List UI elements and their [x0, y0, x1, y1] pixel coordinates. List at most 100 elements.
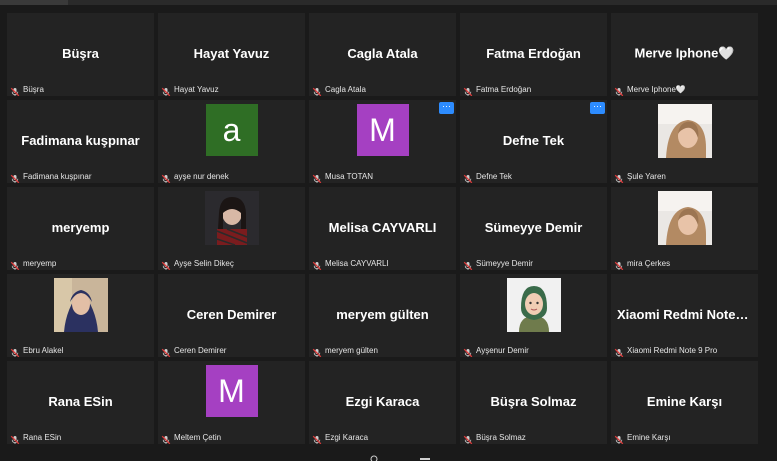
participant-tile[interactable]: Ceren Demirer Ceren Demirer	[158, 274, 305, 357]
participant-name-bar: Hayat Yavuz	[161, 83, 219, 96]
participant-name-bar: Rana ESin	[10, 431, 62, 444]
participant-name-label: Fatma Erdoğan	[476, 84, 532, 94]
participant-name-label: Merve Iphone🤍	[627, 84, 686, 94]
participant-name-bar: Fatma Erdoğan	[463, 83, 532, 96]
participant-tile[interactable]: Ayşe Selin Dikeç	[158, 187, 305, 270]
participant-name-label: Meltem Çetin	[174, 432, 222, 442]
participant-tile[interactable]: meryem gülten meryem gülten	[309, 274, 456, 357]
participant-name-bar: Büşra	[10, 83, 44, 96]
muted-microphone-icon	[10, 345, 20, 357]
video-thumbnail	[657, 191, 712, 245]
participant-name-bar: Şule Yaren	[614, 170, 666, 183]
participant-name-label: Melisa CAYVARLI	[325, 258, 389, 268]
participant-name-bar: Ezgi Karaca	[312, 431, 369, 444]
participant-tile[interactable]: Fatma Erdoğan Fatma Erdoğan	[460, 13, 607, 96]
participant-name-label: Xiaomi Redmi Note 9 Pro	[627, 345, 718, 355]
avatar: M	[356, 104, 409, 156]
participant-display-name: Defne Tek	[502, 132, 565, 148]
toolbar-icon-fragment	[370, 455, 378, 461]
participant-name-label: Rana ESin	[23, 432, 62, 442]
participant-name-label: Ceren Demirer	[174, 345, 227, 355]
participant-display-name: meryem gülten	[336, 306, 429, 322]
participant-tile[interactable]: Şule Yaren	[611, 100, 758, 183]
participant-tile[interactable]: Büşra Solmaz Büşra Solmaz	[460, 361, 607, 444]
participant-display-name: Rana ESin	[48, 393, 113, 409]
participant-name-bar: ayşe nur denek	[161, 170, 229, 183]
participant-name-label: Ebru Alakel	[23, 345, 64, 355]
ellipsis-icon[interactable]: ···	[439, 102, 454, 114]
muted-microphone-icon	[312, 432, 322, 444]
participant-name-bar: Ceren Demirer	[161, 344, 227, 357]
video-thumbnail	[53, 278, 108, 332]
participant-name-label: Hayat Yavuz	[174, 84, 219, 94]
participant-tile[interactable]: Rana ESin Rana ESin	[7, 361, 154, 444]
participant-display-name: Ezgi Karaca	[345, 393, 420, 409]
participant-tile[interactable]: Ebru Alakel	[7, 274, 154, 357]
muted-microphone-icon	[463, 432, 473, 444]
top-window-strip	[0, 0, 777, 5]
participant-tile[interactable]: Melisa CAYVARLI Melisa CAYVARLI	[309, 187, 456, 270]
participant-name-label: meryemp	[23, 258, 57, 268]
participant-tile[interactable]: Emine Karşı Emine Karşı	[611, 361, 758, 444]
participant-name-label: Cagla Atala	[325, 84, 366, 94]
participant-name-label: Fadimana kuşpınar	[23, 171, 92, 181]
avatar: M	[205, 365, 258, 417]
participant-name-label: Büşra Solmaz	[476, 432, 526, 442]
participant-gallery: Büşra Büşra Hayat Yavuz Hayat Yavuz Cagla At…	[7, 13, 758, 444]
muted-microphone-icon	[10, 258, 20, 270]
participant-name-label: ayşe nur denek	[174, 171, 229, 181]
participant-display-name: Melisa CAYVARLI	[328, 219, 437, 235]
participant-name-label: Defne Tek	[476, 171, 512, 181]
participant-display-name: Fadimana kuşpınar	[21, 132, 140, 148]
participant-name-bar: Melisa CAYVARLI	[312, 257, 389, 270]
participant-name-bar: Merve Iphone🤍	[614, 83, 686, 96]
participant-name-label: Sümeyye Demir	[476, 258, 533, 268]
muted-microphone-icon	[463, 84, 473, 96]
participant-name-bar: Ayşenur Demir	[463, 344, 529, 357]
muted-microphone-icon	[312, 84, 322, 96]
participant-tile[interactable]: M Meltem Çetin	[158, 361, 305, 444]
participant-tile[interactable]: Fadimana kuşpınar Fadimana kuşpınar	[7, 100, 154, 183]
participant-name-label: Ezgi Karaca	[325, 432, 369, 442]
muted-microphone-icon	[161, 84, 171, 96]
participant-tile[interactable]: Hayat Yavuz Hayat Yavuz	[158, 13, 305, 96]
participant-name-label: Ayşenur Demir	[476, 345, 529, 355]
participant-tile[interactable]: Xiaomi Redmi Note 9 Pro Xiaomi Redmi Note…	[611, 274, 758, 357]
participant-name-bar: Büşra Solmaz	[463, 431, 526, 444]
participant-tile[interactable]: Sümeyye Demir Sümeyye Demir	[460, 187, 607, 270]
muted-microphone-icon	[614, 171, 624, 183]
participant-name-bar: Emine Karşı	[614, 431, 671, 444]
participant-name-label: Büşra	[23, 84, 44, 94]
participant-name-bar: Defne Tek	[463, 170, 512, 183]
muted-microphone-icon	[312, 171, 322, 183]
muted-microphone-icon	[10, 171, 20, 183]
participant-tile[interactable]: mira Çerkes	[611, 187, 758, 270]
ellipsis-icon[interactable]: ···	[590, 102, 605, 114]
muted-microphone-icon	[312, 345, 322, 357]
muted-microphone-icon	[312, 258, 322, 270]
participant-name-label: Musa TOTAN	[325, 171, 374, 181]
participant-tile[interactable]: Defne Tek ··· Defne Tek	[460, 100, 607, 183]
participant-display-name: Xiaomi Redmi Note 9 Pro	[617, 306, 752, 322]
participant-tile[interactable]: Ayşenur Demir	[460, 274, 607, 357]
video-thumbnail	[506, 278, 561, 332]
participant-display-name: meryemp	[51, 219, 110, 235]
participant-tile[interactable]: Büşra Büşra	[7, 13, 154, 96]
participant-tile[interactable]: Cagla Atala Cagla Atala	[309, 13, 456, 96]
participant-name-label: mira Çerkes	[627, 258, 671, 268]
participant-name-bar: Xiaomi Redmi Note 9 Pro	[614, 344, 718, 357]
muted-microphone-icon	[614, 258, 624, 270]
participant-tile[interactable]: Merve Iphone🤍 Merve Iphone🤍	[611, 13, 758, 96]
participant-display-name: Büşra	[62, 45, 99, 61]
top-strip-segment	[0, 0, 68, 5]
muted-microphone-icon	[161, 171, 171, 183]
participant-tile[interactable]: M ··· Musa TOTAN	[309, 100, 456, 183]
participant-name-label: Ayşe Selin Dikeç	[174, 258, 234, 268]
participant-display-name: Fatma Erdoğan	[486, 45, 581, 61]
participant-display-name: Emine Karşı	[646, 393, 723, 409]
participant-tile[interactable]: a ayşe nur denek	[158, 100, 305, 183]
muted-microphone-icon	[614, 345, 624, 357]
participant-tile[interactable]: meryemp meryemp	[7, 187, 154, 270]
participant-tile[interactable]: Ezgi Karaca Ezgi Karaca	[309, 361, 456, 444]
participant-display-name: Sümeyye Demir	[484, 219, 583, 235]
